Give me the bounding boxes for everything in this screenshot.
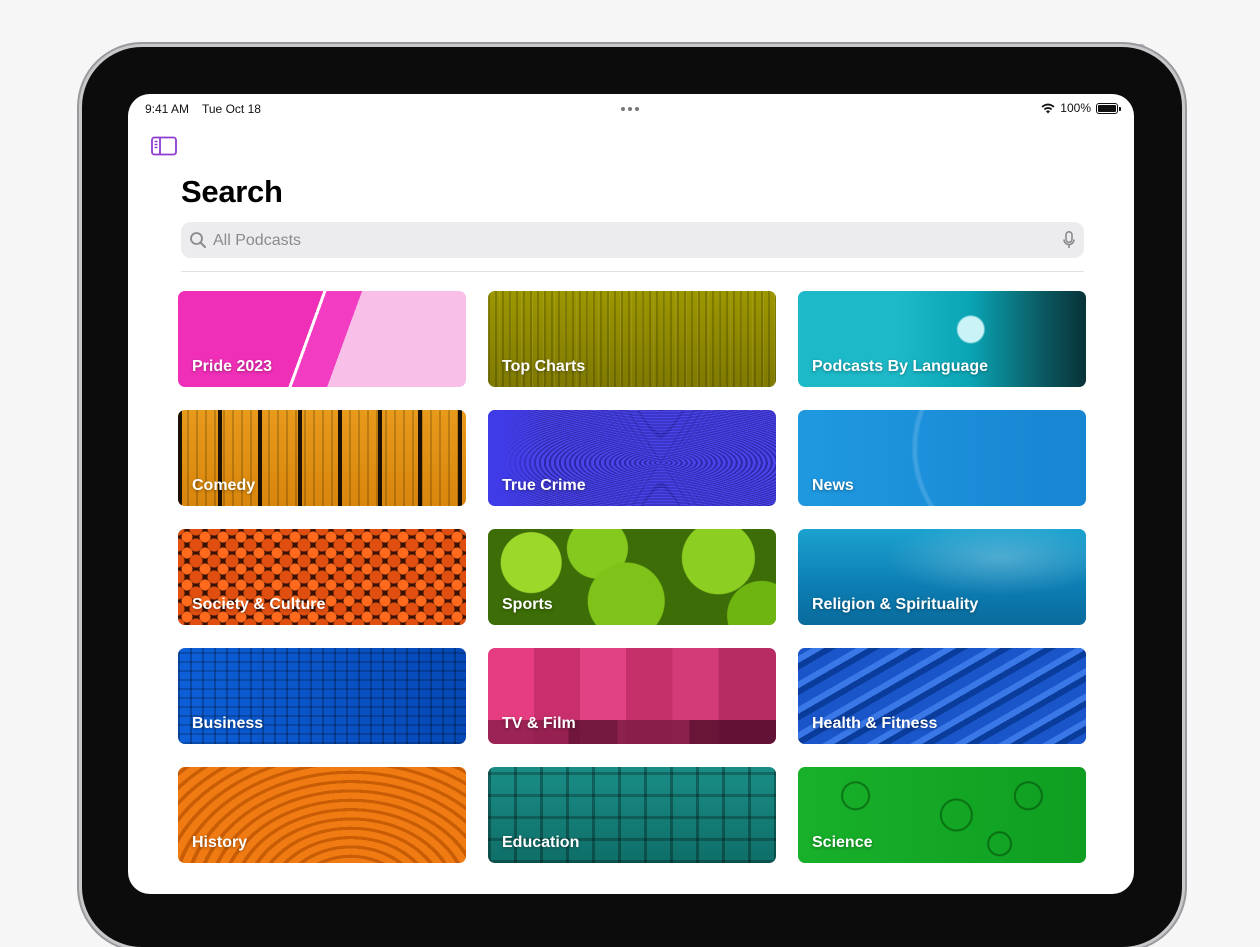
category-label: Society & Culture [192,596,326,613]
divider [181,271,1084,272]
category-label: True Crime [502,477,586,494]
screen: 9:41 AM Tue Oct 18 100% Search All Podca… [128,94,1134,894]
category-tile-education[interactable]: Education [488,767,776,863]
microphone-icon[interactable] [1063,231,1075,249]
category-grid: Pride 2023 Top Charts Podcasts By Langua… [178,291,1086,863]
page-title: Search [181,174,283,209]
battery-icon [1096,102,1121,114]
status-time: 9:41 AM [145,102,190,116]
category-label: Education [502,834,580,851]
category-tile-religion-spirituality[interactable]: Religion & Spirituality [798,529,1086,625]
category-tile-comedy[interactable]: Comedy [178,410,466,506]
multitasking-dots-icon[interactable] [621,107,639,111]
search-bar[interactable] [181,222,1084,260]
category-label: Podcasts By Language [812,358,989,375]
sidebar-icon[interactable] [151,136,177,156]
category-label: TV & Film [502,715,576,732]
search-input[interactable] [211,222,1045,260]
category-label: Comedy [192,477,256,494]
category-tile-top-charts[interactable]: Top Charts [488,291,776,387]
category-tile-news[interactable]: News [798,410,1086,506]
category-label: Business [192,715,264,732]
category-label: News [812,477,854,494]
category-tile-podcasts-by-language[interactable]: Podcasts By Language [798,291,1086,387]
category-tile-sports[interactable]: Sports [488,529,776,625]
category-label: History [192,834,248,851]
category-tile-business[interactable]: Business [178,648,466,744]
battery-percent: 100% [1060,101,1091,115]
status-right: 100% [1041,101,1121,115]
category-label: Religion & Spirituality [812,596,979,613]
category-tile-science[interactable]: Science [798,767,1086,863]
category-tile-society-culture[interactable]: Society & Culture [178,529,466,625]
category-label: Pride 2023 [192,358,273,375]
category-tile-tv-film[interactable]: TV & Film [488,648,776,744]
category-label: Science [812,834,873,851]
category-tile-history[interactable]: History [178,767,466,863]
category-label: Health & Fitness [812,715,938,732]
category-tile-pride[interactable]: Pride 2023 [178,291,466,387]
status-bar: 9:41 AM Tue Oct 18 100% [128,94,1134,124]
category-tile-health-fitness[interactable]: Health & Fitness [798,648,1086,744]
category-label: Top Charts [502,358,586,375]
search-icon [190,232,206,248]
wifi-icon [1041,103,1055,113]
status-date: Tue Oct 18 [202,102,261,116]
category-label: Sports [502,596,553,613]
category-tile-true-crime[interactable]: True Crime [488,410,776,506]
